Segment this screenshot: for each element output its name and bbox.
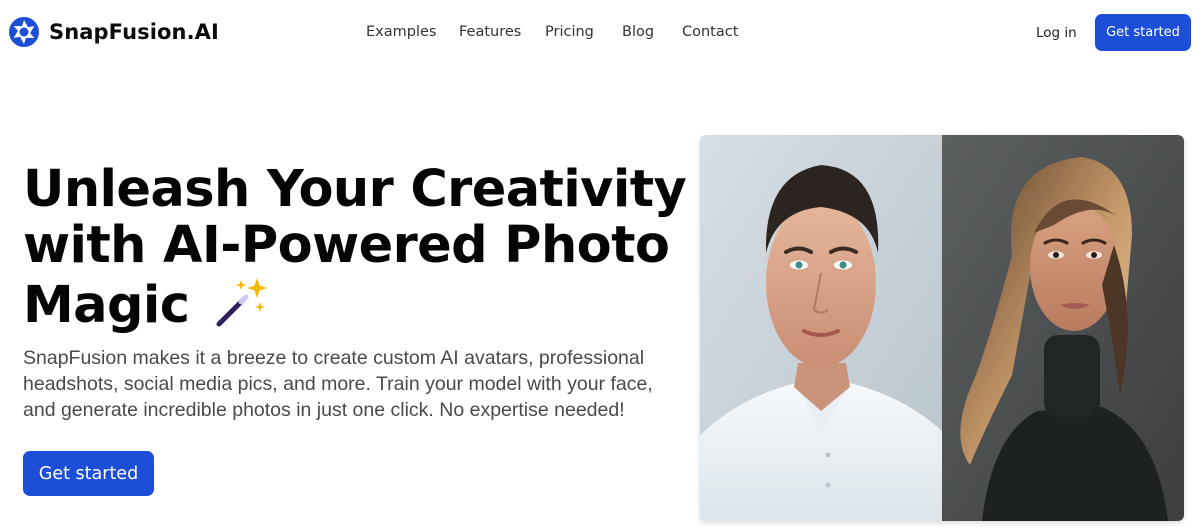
headline-line-3-text: Magic <box>23 276 190 335</box>
woman-headshot-image <box>942 135 1184 521</box>
description-line-3: and generate incredible photos in just o… <box>23 399 625 421</box>
login-link[interactable]: Log in <box>1036 25 1077 41</box>
nav-link-contact[interactable]: Contact <box>682 24 738 40</box>
main-nav: Examples Features Pricing Blog Contact <box>0 24 1200 44</box>
hero-description: SnapFusion makes it a breeze to create c… <box>23 345 653 423</box>
headline-line-1: Unleash Your Creativity <box>23 160 687 219</box>
header-get-started-button[interactable]: Get started <box>1095 14 1191 51</box>
headline-line-2: with AI-Powered Photo <box>23 216 670 275</box>
hero-photo-panel <box>700 135 1184 521</box>
nav-link-pricing[interactable]: Pricing <box>545 24 594 40</box>
nav-link-examples[interactable]: Examples <box>366 24 436 40</box>
nav-link-features[interactable]: Features <box>459 24 521 40</box>
description-line-2: headshots, social media pics, and more. … <box>23 373 653 395</box>
magic-wand-sparkles-icon <box>216 278 268 327</box>
hero-headline: Unleash Your Creativity with AI-Powered … <box>23 162 703 334</box>
description-line-1: SnapFusion makes it a breeze to create c… <box>23 347 645 369</box>
nav-link-blog[interactable]: Blog <box>622 24 654 40</box>
headline-line-3: Magic <box>23 274 703 334</box>
site-header: SnapFusion.AI Examples Features Pricing … <box>0 0 1200 66</box>
man-headshot-image <box>700 135 942 521</box>
hero-get-started-button[interactable]: Get started <box>23 451 154 496</box>
